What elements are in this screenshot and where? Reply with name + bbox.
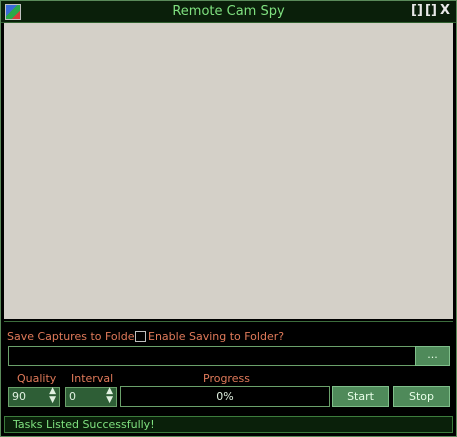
- maximize-button[interactable]: []: [425, 3, 437, 19]
- progress-bar: 0%: [120, 386, 330, 407]
- status-text: Tasks Listed Successfully!: [13, 418, 155, 431]
- progress-label: Progress: [203, 372, 250, 385]
- interval-value: 0: [69, 390, 76, 403]
- control-panel: Save Captures to Folder: Enable Saving t…: [4, 321, 453, 414]
- quality-value: 90: [12, 390, 26, 403]
- interval-spinner[interactable]: 0 ▲ ▼: [65, 387, 117, 407]
- interval-label: Interval: [71, 372, 114, 385]
- minimize-button[interactable]: []: [411, 3, 423, 19]
- title-bar[interactable]: Remote Cam Spy [] [] X: [1, 1, 456, 23]
- spinner-arrows-icon[interactable]: ▲ ▼: [49, 387, 56, 405]
- window-title: Remote Cam Spy: [172, 4, 285, 19]
- browse-button[interactable]: ...: [415, 346, 450, 366]
- save-captures-label: Save Captures to Folder:: [7, 330, 143, 343]
- folder-path-input[interactable]: [8, 346, 416, 366]
- spinner-arrows-icon[interactable]: ▲ ▼: [106, 387, 113, 405]
- close-button[interactable]: X: [440, 3, 450, 19]
- quality-label: Quality: [17, 372, 57, 385]
- app-window: Remote Cam Spy [] [] X Save Captures to …: [0, 0, 457, 437]
- camera-view: [4, 23, 453, 319]
- stop-button[interactable]: Stop: [393, 386, 450, 407]
- quality-spinner[interactable]: 90 ▲ ▼: [8, 387, 60, 407]
- start-button[interactable]: Start: [332, 386, 389, 407]
- enable-saving-label[interactable]: Enable Saving to Folder?: [148, 330, 284, 343]
- enable-saving-checkbox[interactable]: [135, 331, 146, 342]
- status-bar: Tasks Listed Successfully!: [4, 416, 453, 433]
